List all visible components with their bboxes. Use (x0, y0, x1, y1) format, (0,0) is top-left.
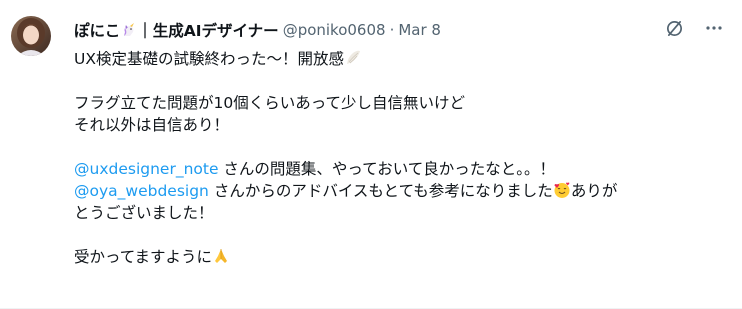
display-name[interactable]: ぽにこ (74, 19, 120, 41)
tweet-line-5-end: ありが (570, 182, 618, 200)
tweet-line-7: 受かってますように (74, 248, 212, 266)
smiling-hearts-emoji-icon (553, 181, 571, 199)
mention-oya-webdesign[interactable]: @oya_webdesign (74, 182, 209, 200)
wing-emoji-icon (344, 49, 362, 67)
name-separator: ｜ (137, 22, 153, 40)
unicorn-icon (121, 22, 137, 38)
dot-separator: · (389, 21, 395, 39)
more-options-icon[interactable] (704, 18, 724, 38)
tweet-card[interactable]: ぽにこ ｜ 生成AIデザイナー @poniko0608 · Mar 8 UX検定… (0, 0, 742, 309)
tweet-line-3: それ以外は自信あり！ (74, 116, 230, 134)
display-name-title[interactable]: 生成AIデザイナー (153, 19, 279, 41)
tweet-text: UX検定基礎の試験終わった〜！開放感 フラグ立てた問題が10個くらいあって少し自… (74, 48, 734, 268)
grok-icon[interactable] (664, 18, 684, 38)
tweet-line-2: フラグ立てた問題が10個くらいあって少し自信無いけど (74, 94, 465, 112)
tweet-date[interactable]: Mar 8 (398, 21, 441, 39)
tweet-line-6: とうございました！ (74, 204, 214, 222)
tweet-line-5: さんからのアドバイスもとても参考になりました (208, 182, 553, 200)
tweet-line-4: さんの問題集、やっておいて良かったなと。。！ (218, 160, 555, 178)
folded-hands-emoji-icon (212, 247, 230, 265)
tweet-line-1: UX検定基礎の試験終わった〜！開放感 (74, 50, 344, 68)
header-actions (664, 18, 724, 38)
mention-uxdesigner-note[interactable]: @uxdesigner_note (74, 160, 219, 178)
avatar[interactable] (11, 16, 51, 56)
tweet-header: ぽにこ ｜ 生成AIデザイナー @poniko0608 · Mar 8 (74, 19, 734, 41)
user-handle[interactable]: @poniko0608 (283, 21, 386, 39)
